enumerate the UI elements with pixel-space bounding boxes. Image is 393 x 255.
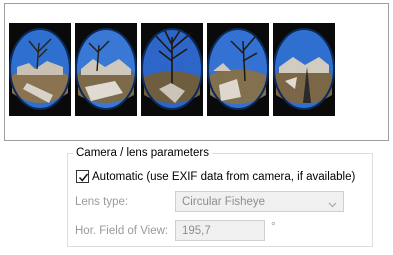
field-of-view-label: Hor. Field of View:	[75, 225, 169, 237]
fisheye-image-thumbnail-2[interactable]	[75, 23, 137, 116]
checkbox-checked-icon	[76, 170, 89, 183]
field-of-view-input[interactable]: 195,7	[175, 220, 265, 241]
fisheye-image-thumbnail-5[interactable]	[273, 23, 335, 116]
lens-type-label: Lens type:	[75, 196, 129, 208]
lens-type-value: Circular Fisheye	[182, 196, 266, 208]
fisheye-image-thumbnail-4[interactable]	[207, 23, 269, 116]
field-of-view-value: 195,7	[182, 225, 211, 237]
fisheye-photo-icon	[141, 23, 203, 116]
automatic-exif-label: Automatic (use EXIF data from camera, if…	[92, 171, 356, 183]
fisheye-photo-icon	[207, 23, 269, 116]
chevron-down-icon	[328, 199, 337, 211]
fisheye-image-thumbnail-3[interactable]	[141, 23, 203, 116]
camera-lens-group-title: Camera / lens parameters	[73, 147, 212, 159]
fisheye-photo-icon	[75, 23, 137, 116]
fisheye-image-thumbnail-1[interactable]	[9, 23, 71, 116]
degree-unit-label: °	[271, 221, 276, 233]
fisheye-photo-icon	[9, 23, 71, 116]
lens-type-select[interactable]: Circular Fisheye	[175, 191, 344, 212]
fisheye-photo-icon	[273, 23, 335, 116]
